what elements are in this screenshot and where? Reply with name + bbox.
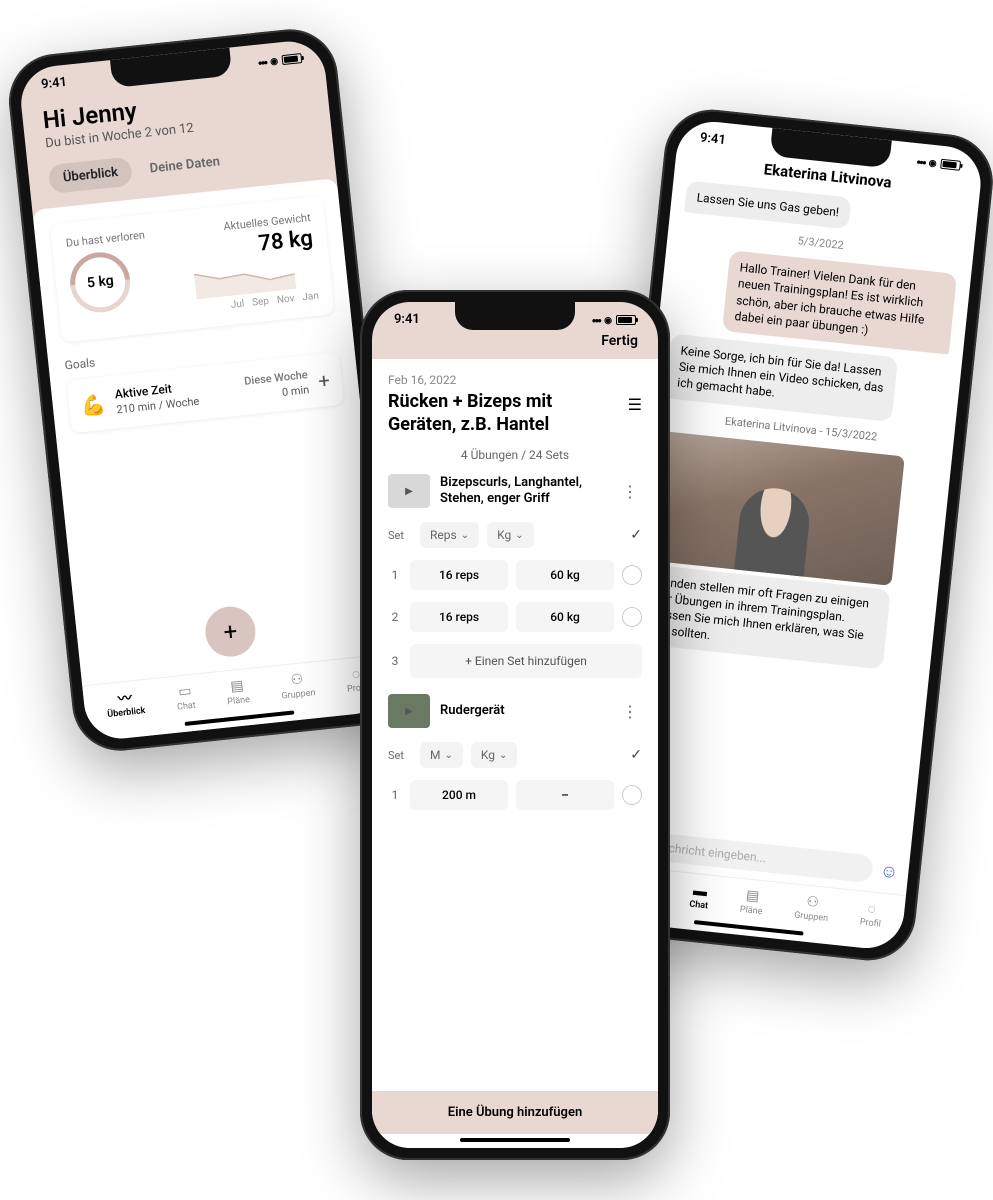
- signal-icon: [916, 154, 926, 168]
- check-icon: ✓: [630, 527, 642, 543]
- chat-message-in: Keine Sorge, ich bin für Sie da! Lassen …: [665, 333, 898, 421]
- nav-overview[interactable]: 〰Überblick: [105, 688, 146, 720]
- reps-input[interactable]: 16 reps: [410, 560, 508, 590]
- phone-overview: 9:41 Hi Jenny Du bist in Woche 2 von 12 …: [4, 25, 405, 756]
- set-column-label: Set: [388, 529, 412, 542]
- tab-overview[interactable]: Überblick: [48, 157, 134, 195]
- plans-icon: ▤: [743, 887, 763, 905]
- chat-date-chip: 5/3/2022: [682, 222, 960, 264]
- profile-icon: ◌: [862, 900, 882, 918]
- video-thumbnail[interactable]: [648, 430, 905, 585]
- reps-dropdown[interactable]: Reps: [420, 522, 479, 548]
- phone-workout: 9:41 Fertig Feb 16, 2022 Rücken + Bizeps…: [360, 290, 670, 1160]
- month-label: Sep: [252, 296, 270, 309]
- nav-groups[interactable]: ⚇Gruppen: [279, 670, 316, 701]
- wifi-icon: [928, 156, 937, 170]
- workout-date: Feb 16, 2022: [388, 373, 642, 387]
- exercise-name: Bizepscurls, Langhantel, Stehen, enger G…: [440, 475, 608, 506]
- overview-icon: 〰: [115, 689, 135, 707]
- signal-icon: [592, 313, 601, 326]
- set-number: 3: [388, 654, 402, 668]
- nav-plans[interactable]: ▤Pläne: [739, 887, 764, 917]
- set-number: 2: [388, 610, 402, 624]
- exercise-name: Rudergerät: [440, 703, 608, 719]
- set-number: 1: [388, 788, 402, 802]
- home-indicator: [460, 1138, 570, 1142]
- progress-ring: 5 kg: [58, 240, 142, 324]
- set-done-toggle[interactable]: [622, 565, 642, 585]
- groups-icon: ⚇: [287, 671, 307, 689]
- done-button[interactable]: Fertig: [372, 329, 658, 359]
- weight-input[interactable]: 60 kg: [516, 560, 614, 590]
- reps-input[interactable]: 16 reps: [410, 602, 508, 632]
- m-dropdown[interactable]: M: [420, 742, 463, 768]
- battery-icon: [616, 315, 636, 325]
- wifi-icon: [604, 313, 612, 326]
- set-row: 1 16 reps 60 kg: [388, 560, 642, 590]
- check-icon: ✓: [630, 747, 642, 763]
- plans-icon: ▤: [227, 677, 247, 695]
- kg-dropdown[interactable]: Kg: [487, 522, 534, 548]
- battery-icon: [940, 158, 961, 170]
- weight-card[interactable]: Du hast verloren 5 kg Aktuelles Gewicht …: [50, 196, 335, 343]
- status-time: 9:41: [40, 75, 67, 93]
- chat-icon: ▭: [175, 683, 195, 701]
- fab-add-button[interactable]: +: [203, 604, 258, 659]
- more-icon[interactable]: ⋮: [618, 478, 642, 505]
- nav-plans[interactable]: ▤Pläne: [225, 677, 250, 707]
- signal-icon: [257, 55, 267, 69]
- status-time: 9:41: [394, 312, 420, 327]
- chat-message-out: Hallo Trainer! Vielen Dank für den neuen…: [722, 250, 957, 354]
- video-message[interactable]: Kunden stellen mir oft Fragen zu einigen…: [639, 430, 905, 669]
- add-exercise-button[interactable]: Eine Übung hinzufügen: [372, 1091, 658, 1134]
- nav-chat[interactable]: ▭Chat: [175, 683, 196, 713]
- list-view-icon[interactable]: ☰: [628, 391, 642, 414]
- set-done-toggle[interactable]: [622, 607, 642, 627]
- kg-dropdown[interactable]: Kg: [471, 742, 518, 768]
- weight-input[interactable]: 60 kg: [516, 602, 614, 632]
- status-time: 9:41: [699, 130, 726, 148]
- set-column-label: Set: [388, 749, 412, 762]
- distance-input[interactable]: 200 m: [410, 780, 508, 810]
- month-label: Jan: [302, 291, 320, 304]
- exercise-row[interactable]: ▶ Bizepscurls, Langhantel, Stehen, enger…: [388, 474, 642, 508]
- exercise-thumb: ▶: [388, 474, 430, 508]
- more-icon[interactable]: ⋮: [618, 698, 642, 725]
- groups-icon: ⚇: [803, 893, 823, 911]
- add-goal-icon[interactable]: +: [317, 367, 331, 392]
- set-number: 1: [388, 568, 402, 582]
- flex-icon: 💪: [80, 391, 107, 417]
- exercise-row[interactable]: ▶ Rudergerät ⋮: [388, 694, 642, 728]
- lost-label: Du hast verloren: [65, 227, 159, 250]
- nav-chat[interactable]: ▬Chat: [689, 882, 711, 912]
- notch: [455, 302, 575, 330]
- set-row: 3 + Einen Set hinzufügen: [388, 644, 642, 678]
- nav-groups[interactable]: ⚇Gruppen: [794, 893, 831, 924]
- set-row: 2 16 reps 60 kg: [388, 602, 642, 632]
- workout-summary: 4 Übungen / 24 Sets: [388, 448, 642, 462]
- set-done-toggle[interactable]: [622, 785, 642, 805]
- nav-profile[interactable]: ◌Profil: [859, 900, 883, 930]
- emoji-icon[interactable]: ☺: [879, 860, 899, 883]
- set-row: 1 200 m –: [388, 780, 642, 810]
- chat-icon: ▬: [690, 882, 710, 900]
- month-label: Nov: [276, 293, 295, 306]
- wifi-icon: [269, 54, 278, 68]
- battery-icon: [281, 53, 302, 65]
- exercise-thumb: ▶: [388, 694, 430, 728]
- workout-title: Rücken + Bizeps mit Geräten, z.B. Hantel: [388, 391, 620, 436]
- weight-input[interactable]: –: [516, 780, 614, 810]
- month-label: Jul: [230, 298, 245, 310]
- lost-value: 5 kg: [86, 273, 114, 292]
- add-set-button[interactable]: + Einen Set hinzufügen: [410, 644, 642, 678]
- tab-your-data[interactable]: Deine Daten: [134, 146, 235, 185]
